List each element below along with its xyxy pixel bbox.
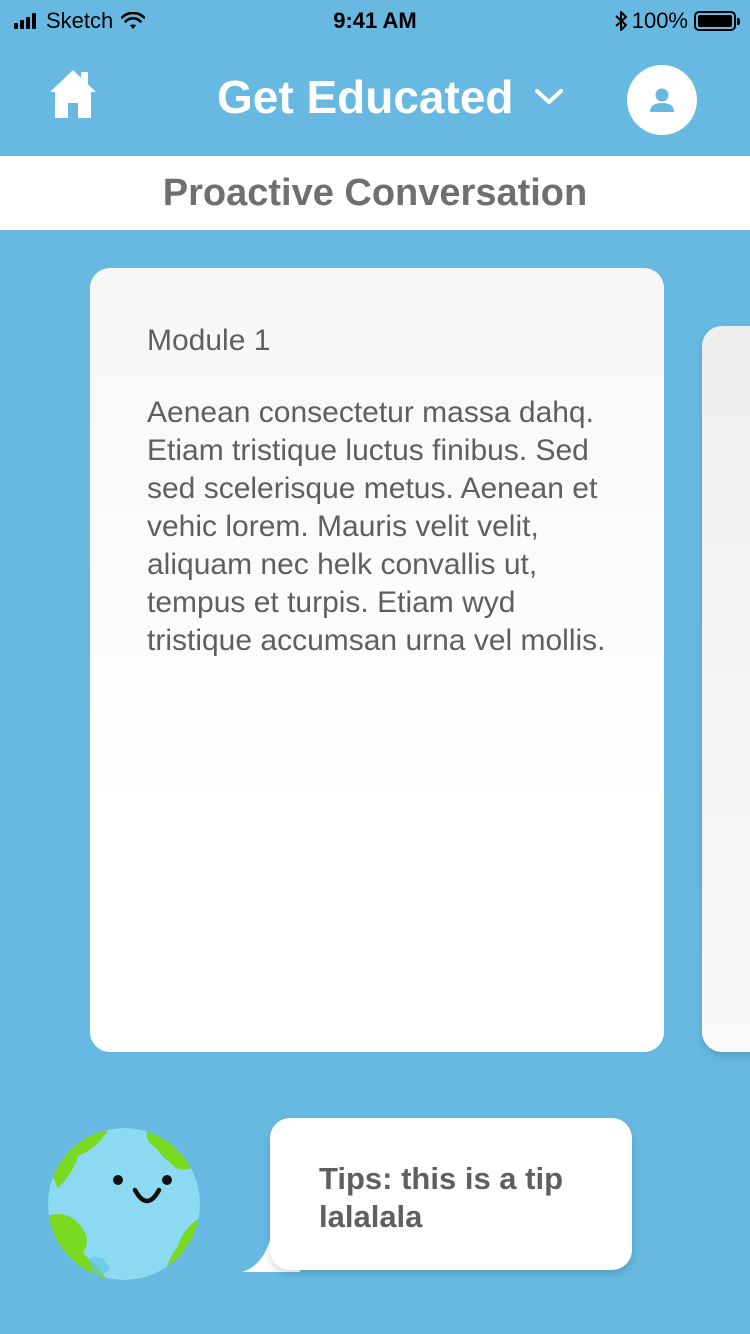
next-module-card[interactable] (702, 326, 750, 1052)
home-button[interactable] (48, 68, 98, 120)
module-card[interactable]: Module 1 Aenean consectetur massa dahq. … (90, 268, 664, 1052)
profile-button[interactable] (627, 65, 697, 135)
page-subtitle: Proactive Conversation (0, 156, 750, 230)
chevron-down-icon (534, 89, 563, 104)
battery-icon (694, 11, 740, 31)
app-screen: Sketch 9:41 AM 100% Get Educated Proacti… (0, 0, 750, 1334)
module-title: Module 1 (147, 324, 271, 357)
earth-mascot-icon[interactable] (48, 1128, 200, 1280)
battery-percent: 100% (631, 8, 688, 33)
section-title: Get Educated (217, 71, 514, 123)
user-icon (650, 88, 674, 112)
tip-text: Tips: this is a tip lalalala (319, 1161, 564, 1234)
status-bar: Sketch 9:41 AM 100% (0, 0, 750, 40)
module-body: Aenean consectetur massa dahq. Etiam tri… (147, 396, 606, 657)
bluetooth-icon (615, 11, 627, 31)
section-dropdown[interactable]: Get Educated (217, 70, 564, 124)
status-right: 100% (614, 8, 740, 34)
tip-bubble: Tips: this is a tip lalalala (270, 1118, 632, 1270)
app-header: Get Educated (0, 40, 750, 156)
home-icon (50, 70, 96, 118)
